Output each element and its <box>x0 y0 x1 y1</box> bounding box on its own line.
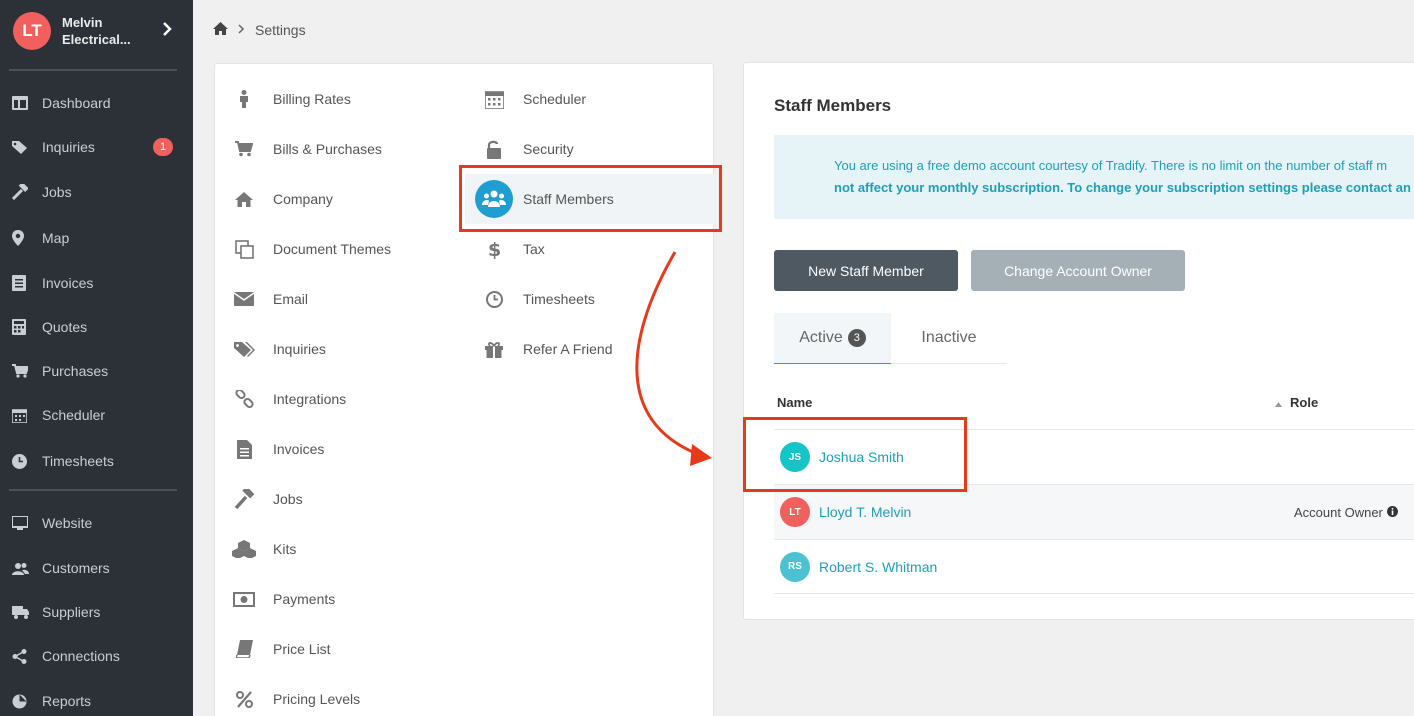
annotation-arrow <box>635 251 712 466</box>
